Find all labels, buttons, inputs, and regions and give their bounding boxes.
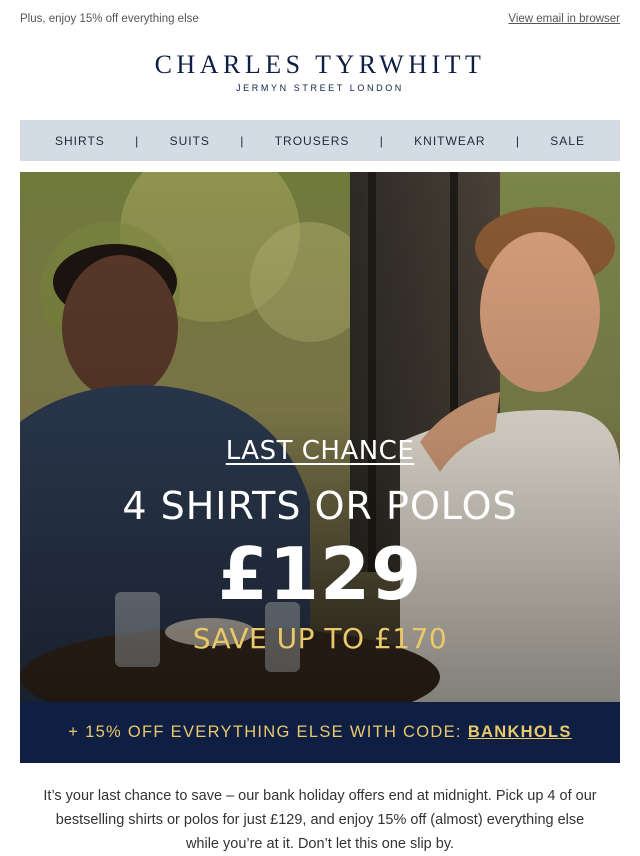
- promo-code[interactable]: BANKHOLS: [468, 723, 572, 742]
- promo-code-prefix: + 15% OFF EVERYTHING ELSE WITH CODE:: [68, 723, 462, 741]
- nav-separator: |: [135, 133, 140, 148]
- nav-separator: |: [240, 133, 245, 148]
- promo-code-bar[interactable]: + 15% OFF EVERYTHING ELSE WITH CODE: BAN…: [20, 702, 620, 763]
- hero-price: £129: [217, 532, 423, 616]
- hero-headline: 4 SHIRTS OR POLOS: [122, 484, 518, 528]
- brand-name: CHARLES TYRWHITT: [154, 50, 486, 79]
- nav-item-shirts[interactable]: SHIRTS: [55, 134, 105, 148]
- nav-item-trousers[interactable]: TROUSERS: [275, 134, 350, 148]
- nav-item-sale[interactable]: SALE: [550, 134, 585, 148]
- hero-kicker: LAST CHANCE: [225, 436, 415, 466]
- hero-save: SAVE UP TO £170: [192, 622, 448, 655]
- nav-item-suits[interactable]: SUITS: [170, 134, 210, 148]
- body-paragraph: It’s your last chance to save – our bank…: [43, 788, 597, 852]
- nav-separator: |: [379, 133, 384, 148]
- brand-logo[interactable]: CHARLES TYRWHITT JERMYN STREET LONDON: [0, 50, 640, 93]
- nav-separator: |: [515, 133, 520, 148]
- nav-item-knitwear[interactable]: KNITWEAR: [414, 134, 485, 148]
- view-in-browser-link[interactable]: View email in browser: [508, 13, 620, 25]
- main-nav: SHIRTS | SUITS | TROUSERS | KNITWEAR | S…: [20, 120, 620, 161]
- hero-banner[interactable]: LAST CHANCE 4 SHIRTS OR POLOS £129 SAVE …: [20, 172, 620, 702]
- preheader: Plus, enjoy 15% off everything else View…: [20, 11, 620, 27]
- preheader-text: Plus, enjoy 15% off everything else: [20, 13, 199, 25]
- brand-tagline: JERMYN STREET LONDON: [236, 83, 404, 93]
